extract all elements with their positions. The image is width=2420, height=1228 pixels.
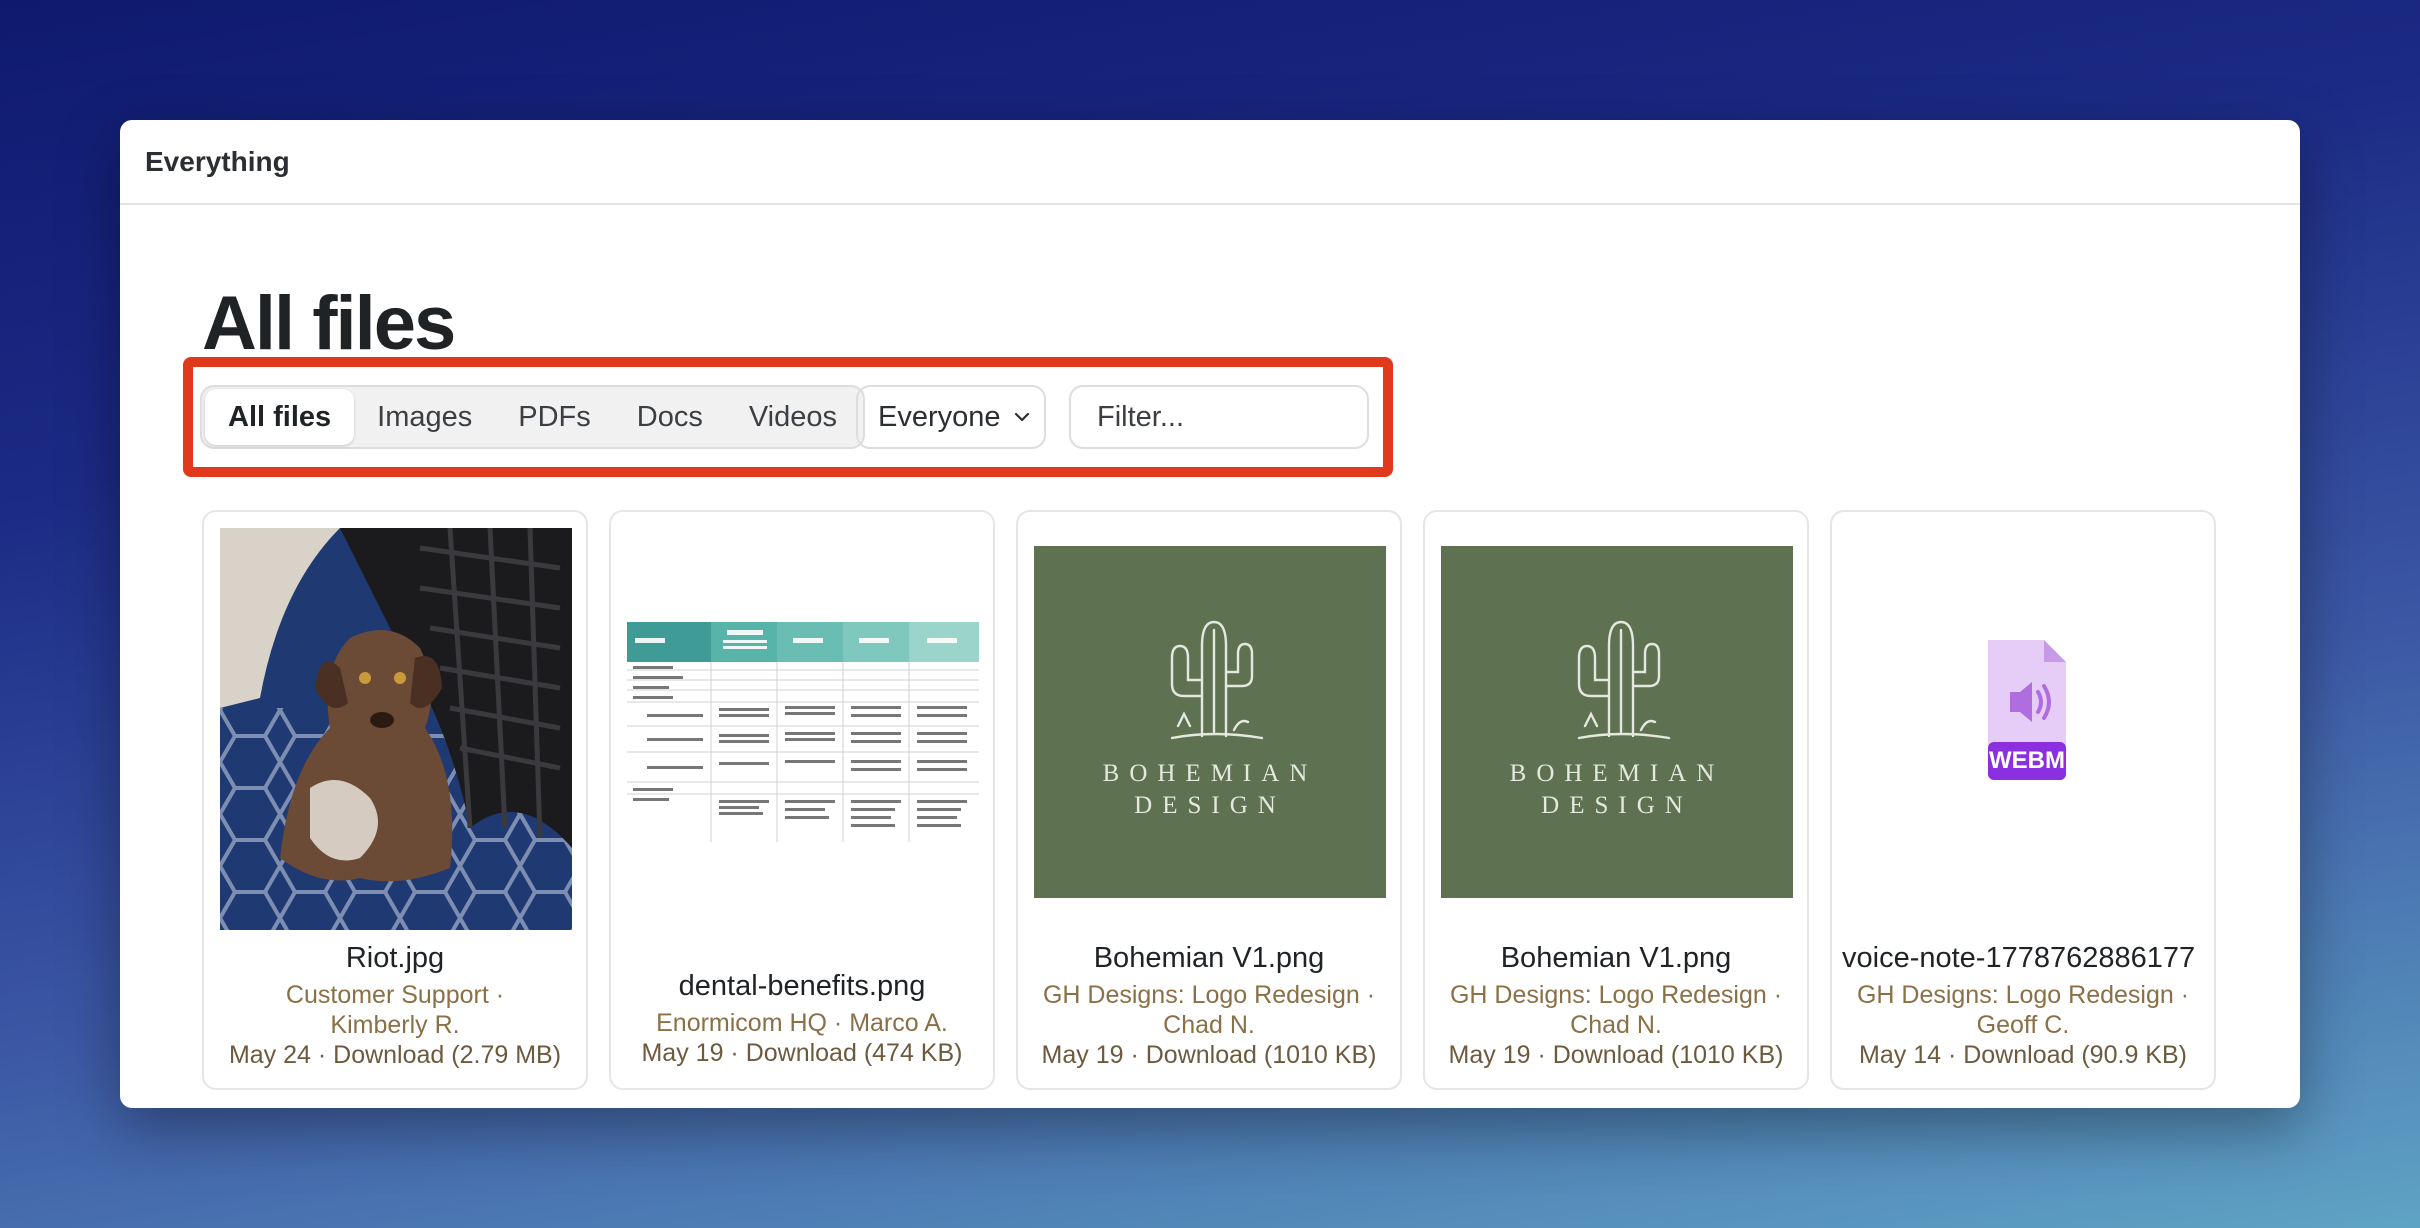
file-thumbnail-webm: WEBM [1848, 638, 2200, 788]
file-location: Enormicom HQ · Marco A. [656, 1009, 948, 1037]
cactus-icon [1170, 620, 1264, 740]
people-dropdown[interactable]: Everyone [856, 385, 1046, 449]
download-link[interactable]: Download [746, 1039, 857, 1067]
people-dropdown-value: Everyone [878, 400, 1001, 433]
file-date: May 19 [1448, 1041, 1531, 1069]
title-bar: Everything [120, 120, 2300, 205]
file-date: May 14 [1859, 1041, 1941, 1069]
table-document-image [627, 622, 979, 842]
cactus-icon [1577, 620, 1671, 740]
file-name[interactable]: dental-benefits.png [621, 970, 983, 1003]
file-meta: Bohemian V1.png GH Designs: Logo Redesig… [1028, 942, 1390, 1070]
file-date: May 19 [641, 1039, 724, 1067]
file-download-line: May 24 · Download (2.79 MB) [228, 1041, 562, 1069]
file-name[interactable]: voice-note-1778762886177 [1842, 942, 2204, 975]
file-size: (2.79 MB) [451, 1041, 562, 1069]
logo-text-line-2: DESIGN [1541, 792, 1693, 819]
file-card[interactable]: BOHEMIAN DESIGN Bohemian V1.png GH Desig… [1423, 510, 1809, 1090]
file-type-tabs: All files Images PDFs Docs Videos [200, 385, 865, 449]
logo-text-line-2: DESIGN [1134, 792, 1286, 819]
file-location: GH Designs: Logo Redesign · [1856, 981, 2190, 1009]
download-link[interactable]: Download [1963, 1041, 2074, 1069]
file-location: Customer Support · [285, 981, 505, 1009]
filter-input[interactable] [1069, 385, 1369, 449]
file-thumbnail-bohemian-logo: BOHEMIAN DESIGN [1441, 546, 1793, 898]
file-thumbnail-bohemian-logo: BOHEMIAN DESIGN [1034, 546, 1386, 898]
file-owner: Chad N. [1570, 1011, 1662, 1039]
file-meta: Riot.jpg Customer Support · Kimberly R. … [214, 942, 576, 1070]
file-meta: voice-note-1778762886177 GH Designs: Log… [1842, 942, 2204, 1070]
tab-all-files[interactable]: All files [205, 389, 355, 445]
page-title: All files [202, 281, 456, 366]
logo-text-line-1: BOHEMIAN [1102, 760, 1318, 787]
download-link[interactable]: Download [1146, 1041, 1257, 1069]
file-size: (474 KB) [863, 1039, 963, 1067]
file-owner: Chad N. [1163, 1011, 1255, 1039]
dog-photo-image [220, 528, 572, 930]
file-size: (90.9 KB) [2081, 1041, 2187, 1069]
tab-docs[interactable]: Docs [614, 389, 726, 445]
file-name[interactable]: Bohemian V1.png [1028, 942, 1390, 975]
file-owner: Geoff C. [1976, 1011, 2070, 1039]
file-meta: Bohemian V1.png GH Designs: Logo Redesig… [1435, 942, 1797, 1070]
file-thumbnail-table-document [627, 622, 979, 842]
file-size: (1010 KB) [1263, 1041, 1377, 1069]
file-download-line: May 19 · Download (474 KB) [641, 1039, 963, 1067]
file-owner: Kimberly R. [330, 1011, 460, 1039]
file-name[interactable]: Riot.jpg [214, 942, 576, 975]
file-meta: dental-benefits.png Enormicom HQ · Marco… [621, 970, 983, 1068]
file-location: GH Designs: Logo Redesign · [1449, 981, 1783, 1009]
file-location: GH Designs: Logo Redesign · [1042, 981, 1376, 1009]
tab-pdfs[interactable]: PDFs [495, 389, 614, 445]
file-download-line: May 14 · Download (90.9 KB) [1859, 1041, 2187, 1069]
download-link[interactable]: Download [333, 1041, 444, 1069]
tab-images[interactable]: Images [354, 389, 495, 445]
file-name[interactable]: Bohemian V1.png [1435, 942, 1797, 975]
file-thumbnail-dog-photo [220, 528, 572, 930]
file-card[interactable]: dental-benefits.png Enormicom HQ · Marco… [609, 510, 995, 1090]
download-link[interactable]: Download [1553, 1041, 1664, 1069]
file-date: May 19 [1041, 1041, 1124, 1069]
file-date: May 24 [228, 1041, 311, 1069]
file-card[interactable]: BOHEMIAN DESIGN Bohemian V1.png GH Desig… [1016, 510, 1402, 1090]
logo-text-line-1: BOHEMIAN [1509, 760, 1725, 787]
tab-videos[interactable]: Videos [726, 389, 860, 445]
window-title: Everything [145, 145, 290, 177]
file-size: (1010 KB) [1670, 1041, 1784, 1069]
file-download-line: May 19 · Download (1010 KB) [1041, 1041, 1377, 1069]
file-card[interactable]: Riot.jpg Customer Support · Kimberly R. … [202, 510, 588, 1090]
chevron-down-icon [1014, 412, 1029, 422]
file-download-line: May 19 · Download (1010 KB) [1448, 1041, 1784, 1069]
file-card[interactable]: WEBM voice-note-1778762886177 GH Designs… [1830, 510, 2216, 1090]
file-grid: Riot.jpg Customer Support · Kimberly R. … [202, 510, 2216, 1090]
file-type-badge: WEBM [1989, 747, 2065, 774]
app-window: Everything All files All files Images PD… [120, 120, 2300, 1108]
